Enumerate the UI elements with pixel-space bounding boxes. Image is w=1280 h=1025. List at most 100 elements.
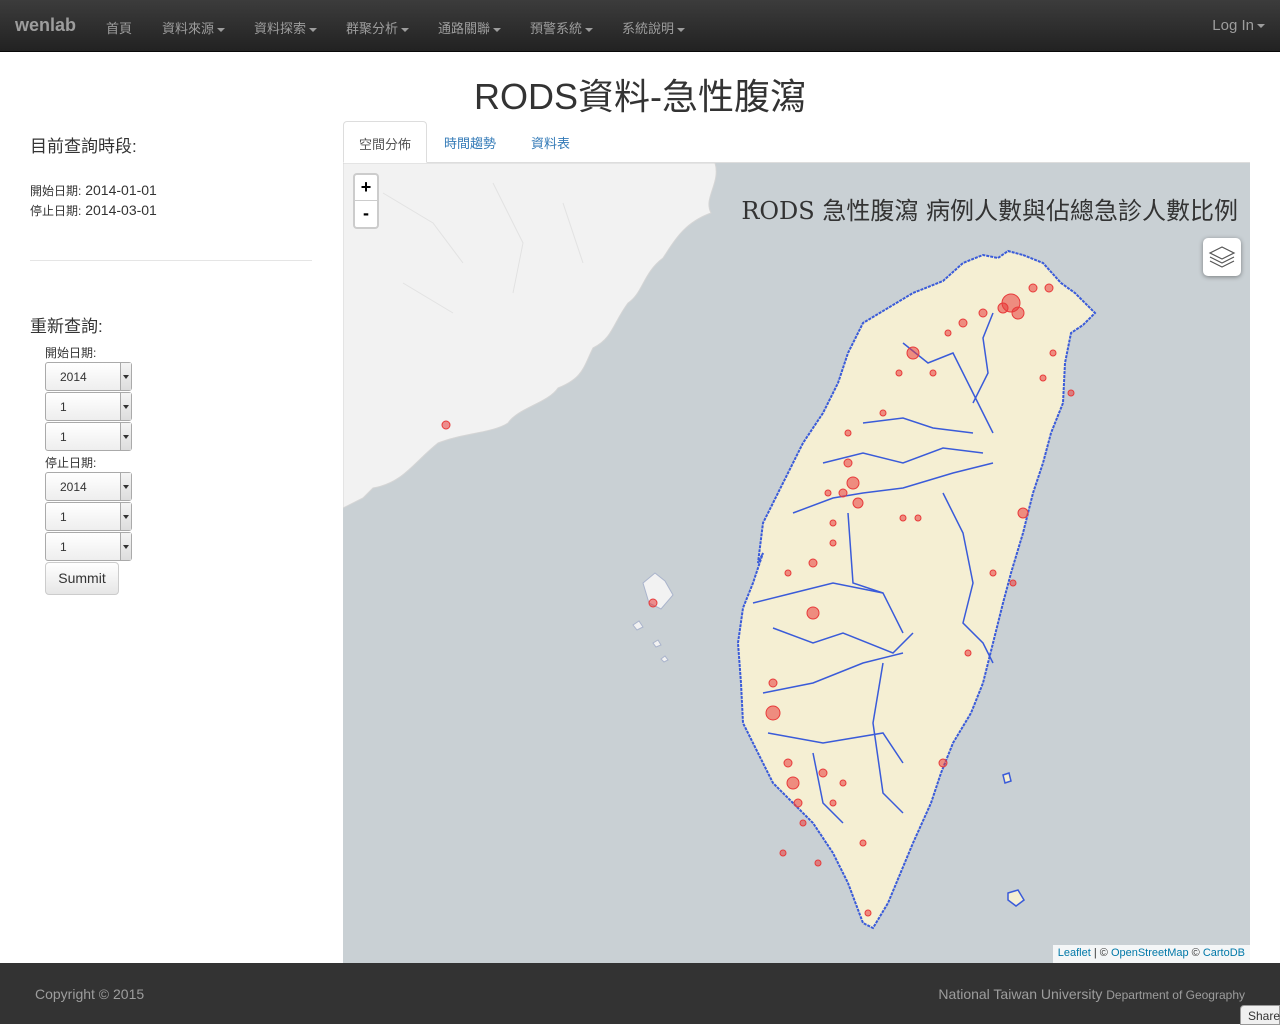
select-arrow-icon	[120, 503, 131, 530]
chevron-down-icon	[493, 27, 502, 32]
case-marker[interactable]	[929, 369, 937, 377]
case-marker[interactable]	[793, 798, 803, 808]
case-marker[interactable]	[978, 308, 988, 318]
submit-button[interactable]: Summit	[45, 562, 119, 595]
case-marker[interactable]	[844, 429, 852, 437]
nav-data-explore[interactable]: 資料探索	[254, 18, 318, 37]
copyright-text: Copyright © 2015	[35, 986, 145, 1002]
top-navbar: wenlab 首頁 資料來源 資料探索 群聚分析 通路關聯 預警系統 系統說明 …	[0, 0, 1280, 52]
form-end-label: 停止日期:	[45, 456, 97, 470]
orchid-island	[1007, 889, 1025, 907]
case-marker[interactable]	[859, 839, 867, 847]
map-title: RODS 急性腹瀉 病例人數與佔總急診人數比例	[741, 197, 1238, 225]
end-day-select[interactable]: 1	[45, 532, 132, 561]
mainland-landmass	[343, 163, 717, 509]
case-marker[interactable]	[879, 409, 887, 417]
current-end-date: 停止日期: 2014-03-01	[30, 202, 157, 218]
zoom-in-button[interactable]: +	[355, 175, 377, 201]
case-marker[interactable]	[779, 849, 787, 857]
case-marker[interactable]	[906, 346, 920, 360]
case-marker[interactable]	[818, 768, 828, 778]
case-marker[interactable]	[829, 799, 837, 807]
tab-data-table[interactable]: 資料表	[516, 121, 585, 163]
case-marker[interactable]	[648, 598, 658, 608]
brand-link[interactable]: wenlab	[15, 15, 76, 36]
start-month-select[interactable]: 1	[45, 392, 132, 421]
case-marker[interactable]	[989, 569, 997, 577]
select-arrow-icon	[120, 363, 131, 390]
case-marker[interactable]	[1009, 579, 1017, 587]
nav-cluster-analysis[interactable]: 群聚分析	[346, 18, 410, 37]
end-month-select[interactable]: 1	[45, 502, 132, 531]
nav-data-source[interactable]: 資料來源	[162, 18, 226, 37]
case-marker[interactable]	[852, 497, 864, 509]
case-marker[interactable]	[808, 558, 818, 568]
nav-home[interactable]: 首頁	[106, 18, 132, 37]
form-start-label: 開始日期:	[45, 346, 97, 360]
case-marker[interactable]	[1049, 349, 1057, 357]
chevron-down-icon	[585, 27, 594, 32]
case-marker[interactable]	[829, 519, 837, 527]
case-marker[interactable]	[839, 779, 847, 787]
case-marker[interactable]	[843, 458, 853, 468]
case-marker[interactable]	[944, 329, 952, 337]
layers-control-button[interactable]	[1203, 238, 1241, 276]
case-marker[interactable]	[783, 758, 793, 768]
case-marker[interactable]	[838, 488, 848, 498]
nav-warning-system[interactable]: 預警系統	[530, 18, 594, 37]
case-marker[interactable]	[864, 909, 872, 917]
case-marker[interactable]	[914, 514, 922, 522]
map-view[interactable]: RODS 急性腹瀉 病例人數與佔總急診人數比例 + - Leaflet | © …	[343, 163, 1250, 963]
tab-spatial[interactable]: 空間分佈	[343, 121, 428, 163]
case-marker[interactable]	[958, 318, 968, 328]
case-marker[interactable]	[829, 539, 837, 547]
case-marker[interactable]	[1067, 389, 1075, 397]
zoom-out-button[interactable]: -	[355, 201, 377, 227]
chevron-down-icon	[1257, 24, 1265, 29]
university-text: National Taiwan University Department of…	[938, 986, 1245, 1002]
case-marker[interactable]	[846, 476, 860, 490]
map-canvas	[343, 163, 1097, 930]
select-arrow-icon	[120, 533, 131, 560]
tab-temporal[interactable]: 時間趨勢	[429, 121, 511, 163]
case-marker[interactable]	[784, 569, 792, 577]
map-attribution: Leaflet | © OpenStreetMap © CartoDB	[1052, 945, 1250, 963]
page-title: RODS資料-急性腹瀉	[474, 76, 806, 117]
case-marker[interactable]	[997, 302, 1009, 314]
carto-link[interactable]: CartoDB	[1203, 947, 1245, 959]
end-year-select[interactable]: 2014	[45, 472, 132, 501]
case-marker[interactable]	[441, 420, 451, 430]
nav-channel-relation[interactable]: 通路關聯	[438, 18, 502, 37]
chevron-down-icon	[401, 27, 410, 32]
start-year-select[interactable]: 2014	[45, 362, 132, 391]
zoom-control: + -	[353, 173, 379, 229]
case-marker[interactable]	[964, 649, 972, 657]
start-day-select[interactable]: 1	[45, 422, 132, 451]
page-footer: Copyright © 2015 National Taiwan Univers…	[0, 963, 1280, 1025]
chevron-down-icon	[309, 27, 318, 32]
leaflet-link[interactable]: Leaflet	[1058, 947, 1091, 959]
case-marker[interactable]	[799, 819, 807, 827]
case-marker[interactable]	[1039, 374, 1047, 382]
case-marker[interactable]	[938, 758, 948, 768]
case-marker[interactable]	[806, 606, 820, 620]
select-arrow-icon	[120, 393, 131, 420]
case-marker[interactable]	[1011, 306, 1025, 320]
case-marker[interactable]	[824, 489, 832, 497]
select-arrow-icon	[120, 473, 131, 500]
case-marker[interactable]	[786, 776, 800, 790]
case-marker[interactable]	[765, 705, 781, 721]
case-marker[interactable]	[1044, 283, 1054, 293]
osm-link[interactable]: OpenStreetMap	[1111, 947, 1189, 959]
share-button[interactable]: Share	[1240, 1005, 1280, 1025]
login-menu[interactable]: Log In	[1212, 17, 1265, 34]
case-marker[interactable]	[1017, 507, 1029, 519]
case-marker[interactable]	[1028, 283, 1038, 293]
penghu-islands	[632, 572, 674, 663]
case-marker[interactable]	[814, 859, 822, 867]
current-start-date: 開始日期: 2014-01-01	[30, 182, 157, 198]
nav-system-help[interactable]: 系統說明	[622, 18, 686, 37]
case-marker[interactable]	[895, 369, 903, 377]
case-marker[interactable]	[899, 514, 907, 522]
case-marker[interactable]	[768, 678, 778, 688]
